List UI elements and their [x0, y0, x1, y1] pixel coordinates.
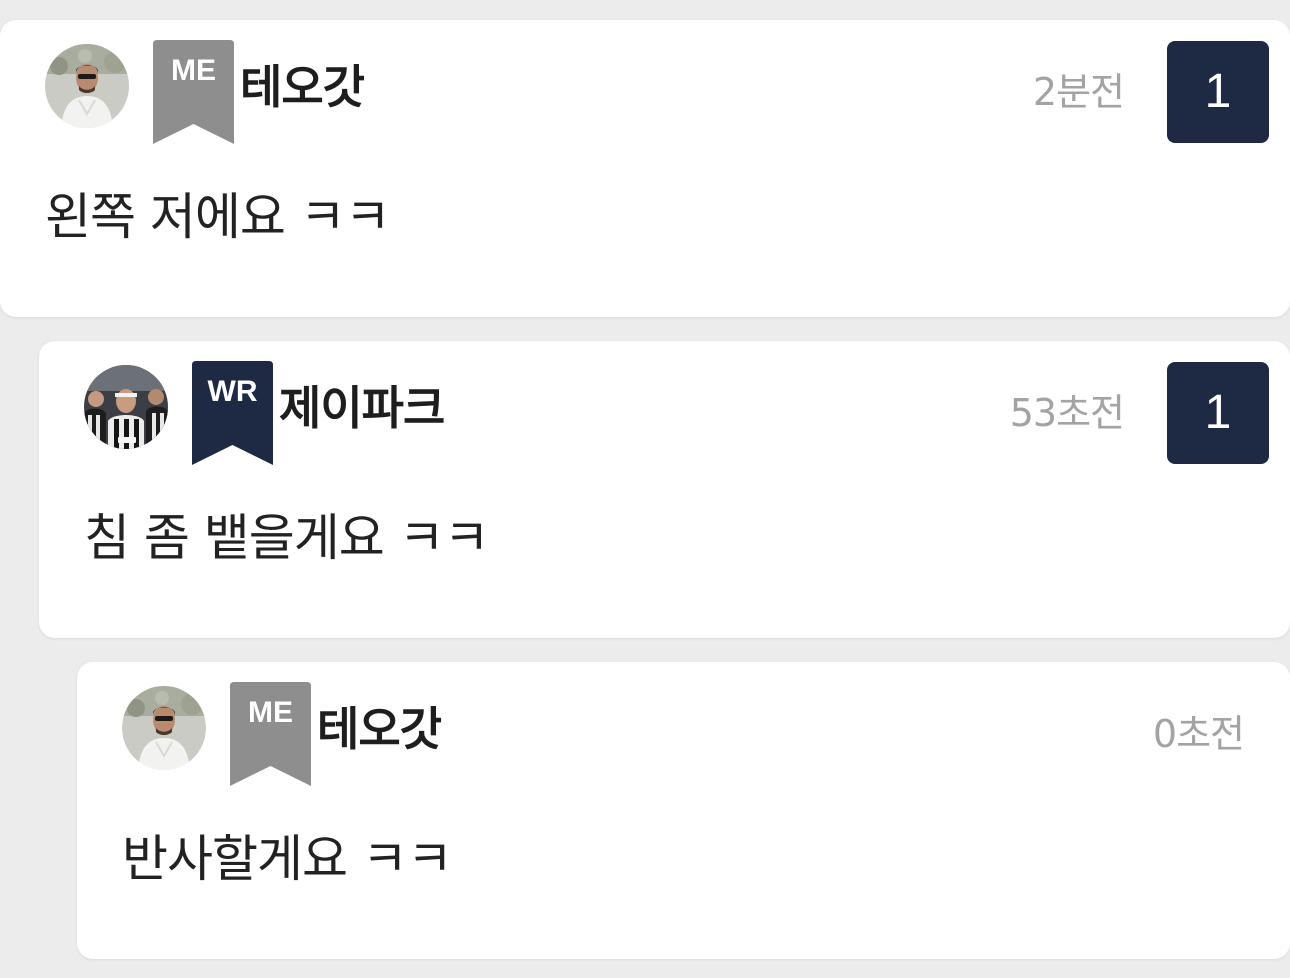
- comment-text: 왼쪽 저에요 ㅋㅋ: [45, 188, 391, 246]
- comment-text: 반사할게요 ㅋㅋ: [122, 830, 453, 888]
- author-nickname[interactable]: 제이파크: [279, 385, 445, 431]
- badge-label: ME: [171, 54, 216, 87]
- reply-count-badge[interactable]: 1: [1167, 362, 1269, 464]
- author-nickname[interactable]: 테오갓: [317, 706, 442, 752]
- timestamp: 53초전: [1009, 391, 1125, 435]
- comment-text: 침 좀 뱉을게요 ㅋㅋ: [84, 509, 490, 567]
- reply-count-badge[interactable]: 1: [1167, 41, 1269, 143]
- badge-label: ME: [248, 696, 293, 729]
- badge-label: WR: [207, 375, 258, 408]
- user-avatar[interactable]: [84, 365, 168, 449]
- timestamp: 2분전: [1032, 70, 1125, 114]
- writer-badge: WR: [192, 361, 273, 469]
- me-badge: ME: [230, 682, 311, 790]
- author-nickname[interactable]: 테오갓: [240, 64, 365, 110]
- reply-card: WR 제이파크 53초전 1 침 좀 뱉을게요 ㅋㅋ: [39, 341, 1290, 638]
- me-badge: ME: [153, 40, 234, 148]
- user-avatar[interactable]: [122, 686, 206, 770]
- timestamp: 0초전: [1152, 712, 1245, 756]
- comment-card: ME 테오갓 2분전 1 왼쪽 저에요 ㅋㅋ: [0, 20, 1290, 317]
- reply-card: ME 테오갓 0초전 반사할게요 ㅋㅋ: [77, 662, 1290, 959]
- user-avatar[interactable]: [45, 44, 129, 128]
